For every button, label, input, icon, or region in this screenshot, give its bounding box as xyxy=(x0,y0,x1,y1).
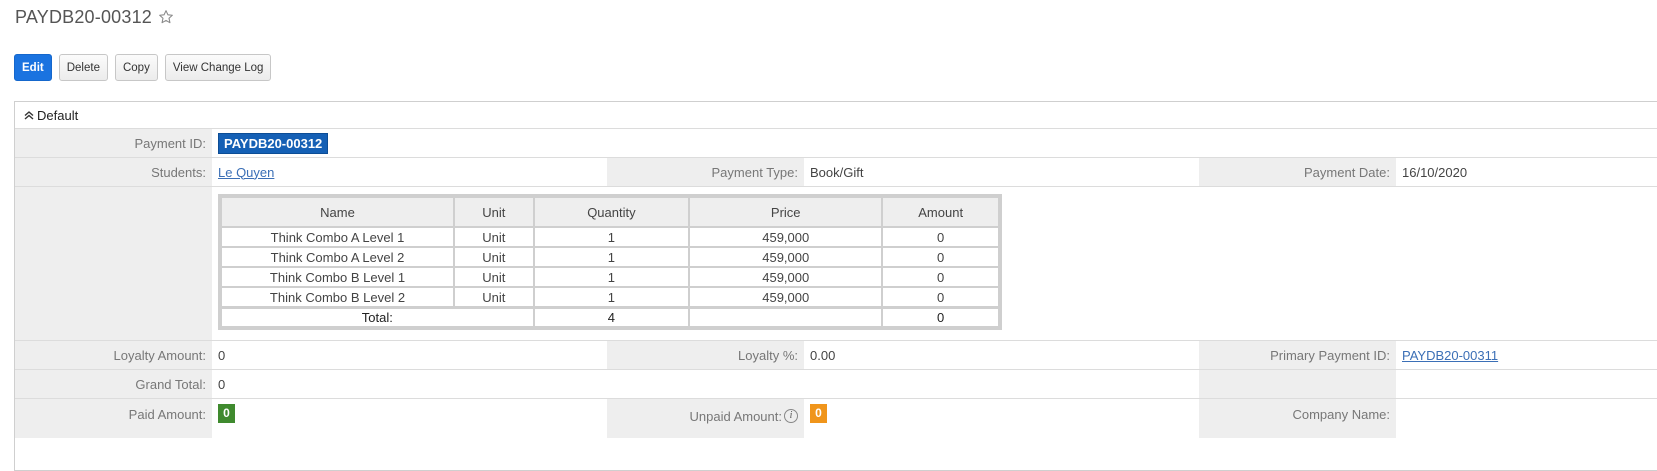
payment-type-label: Payment Type: xyxy=(607,158,804,186)
payment-id-row: Payment ID: PAYDB20-00312 xyxy=(15,128,1657,157)
primary-payment-link[interactable]: PAYDB20-00311 xyxy=(1402,348,1498,363)
grand-total-label: Grand Total: xyxy=(15,370,212,398)
item-quantity: 1 xyxy=(533,267,690,287)
action-toolbar: Edit Delete Copy View Change Log xyxy=(14,54,272,81)
table-row: Think Combo B Level 1 Unit 1 459,000 0 xyxy=(221,267,999,287)
item-quantity: 1 xyxy=(533,247,690,267)
item-name: Think Combo A Level 2 xyxy=(221,247,454,267)
student-link[interactable]: Le Quyen xyxy=(218,165,274,180)
panel-header[interactable]: Default xyxy=(15,102,1657,128)
column-header-amount: Amount xyxy=(882,197,999,227)
payment-id-badge: PAYDB20-00312 xyxy=(218,132,329,154)
total-row: Total: 4 0 xyxy=(221,307,999,327)
column-header-unit: Unit xyxy=(453,197,534,227)
item-unit: Unit xyxy=(453,227,534,247)
unpaid-amount-badge: 0 xyxy=(810,404,827,423)
total-quantity: 4 xyxy=(533,307,690,327)
total-amount: 0 xyxy=(882,307,999,327)
item-price: 459,000 xyxy=(689,267,883,287)
default-panel: Default Payment ID: PAYDB20-00312 Studen… xyxy=(14,101,1657,471)
grand-total-row: Grand Total: 0 xyxy=(15,369,1657,398)
loyalty-pct-value: 0.00 xyxy=(810,347,836,363)
item-amount: 0 xyxy=(882,227,999,247)
item-name: Think Combo B Level 2 xyxy=(221,287,454,307)
item-unit: Unit xyxy=(453,267,534,287)
item-unit: Unit xyxy=(453,287,534,307)
students-label: Students: xyxy=(15,158,212,186)
loyalty-row: Loyalty Amount: 0 Loyalty %: 0.00 Primar… xyxy=(15,340,1657,369)
collapse-chevron-icon[interactable] xyxy=(23,109,35,121)
item-amount: 0 xyxy=(882,287,999,307)
unpaid-amount-value: 0 xyxy=(810,399,827,438)
payment-type-value: Book/Gift xyxy=(810,164,864,180)
items-table: Name Unit Quantity Price Amount Think Co… xyxy=(218,194,1002,330)
items-label xyxy=(15,187,212,340)
primary-payment-value: PAYDB20-00311 xyxy=(1402,341,1498,369)
panel-title: Default xyxy=(37,107,79,123)
paid-row: Paid Amount: 0 Unpaid Amount: i 0 Compan… xyxy=(15,398,1657,438)
item-price: 459,000 xyxy=(689,247,883,267)
students-value: Le Quyen xyxy=(218,158,274,186)
item-price: 459,000 xyxy=(689,227,883,247)
info-icon[interactable]: i xyxy=(784,409,798,423)
grand-total-value: 0 xyxy=(218,376,226,392)
table-row: Think Combo A Level 1 Unit 1 459,000 0 xyxy=(221,227,999,247)
table-row: Think Combo B Level 2 Unit 1 459,000 0 xyxy=(221,287,999,307)
table-row: Think Combo A Level 2 Unit 1 459,000 0 xyxy=(221,247,999,267)
unpaid-amount-label: Unpaid Amount: xyxy=(689,409,782,424)
payment-date-label: Payment Date: xyxy=(1199,158,1396,186)
edit-button[interactable]: Edit xyxy=(14,54,52,81)
page-title-row: PAYDB20-00312 xyxy=(15,4,174,30)
column-header-quantity: Quantity xyxy=(533,197,690,227)
item-unit: Unit xyxy=(453,247,534,267)
payment-id-value: PAYDB20-00312 xyxy=(218,129,329,157)
page-title: PAYDB20-00312 xyxy=(15,6,153,27)
grand-total-spacer xyxy=(1199,370,1396,398)
column-header-name: Name xyxy=(221,197,454,227)
payment-date-value: 16/10/2020 xyxy=(1402,164,1468,180)
delete-button[interactable]: Delete xyxy=(58,54,108,81)
copy-button[interactable]: Copy xyxy=(114,54,158,81)
items-header-row: Name Unit Quantity Price Amount xyxy=(221,197,999,227)
loyalty-amount-value: 0 xyxy=(218,347,226,363)
paid-amount-label: Paid Amount: xyxy=(15,399,212,438)
company-name-label: Company Name: xyxy=(1199,399,1396,438)
item-quantity: 1 xyxy=(533,287,690,307)
unpaid-amount-label-cell: Unpaid Amount: i xyxy=(607,399,804,438)
total-label: Total: xyxy=(221,307,534,327)
item-amount: 0 xyxy=(882,247,999,267)
primary-payment-label: Primary Payment ID: xyxy=(1199,341,1396,369)
paid-amount-value: 0 xyxy=(218,399,235,438)
star-icon[interactable] xyxy=(158,9,174,25)
students-row: Students: Le Quyen Payment Type: Book/Gi… xyxy=(15,157,1657,186)
item-amount: 0 xyxy=(882,267,999,287)
total-price xyxy=(689,307,883,327)
items-row: Name Unit Quantity Price Amount Think Co… xyxy=(15,186,1657,340)
item-quantity: 1 xyxy=(533,227,690,247)
item-name: Think Combo B Level 1 xyxy=(221,267,454,287)
paid-amount-badge: 0 xyxy=(218,404,235,423)
view-change-log-button[interactable]: View Change Log xyxy=(164,54,272,81)
item-name: Think Combo A Level 1 xyxy=(221,227,454,247)
loyalty-amount-label: Loyalty Amount: xyxy=(15,341,212,369)
column-header-price: Price xyxy=(689,197,883,227)
loyalty-pct-label: Loyalty %: xyxy=(607,341,804,369)
payment-id-label: Payment ID: xyxy=(15,129,212,157)
item-price: 459,000 xyxy=(689,287,883,307)
